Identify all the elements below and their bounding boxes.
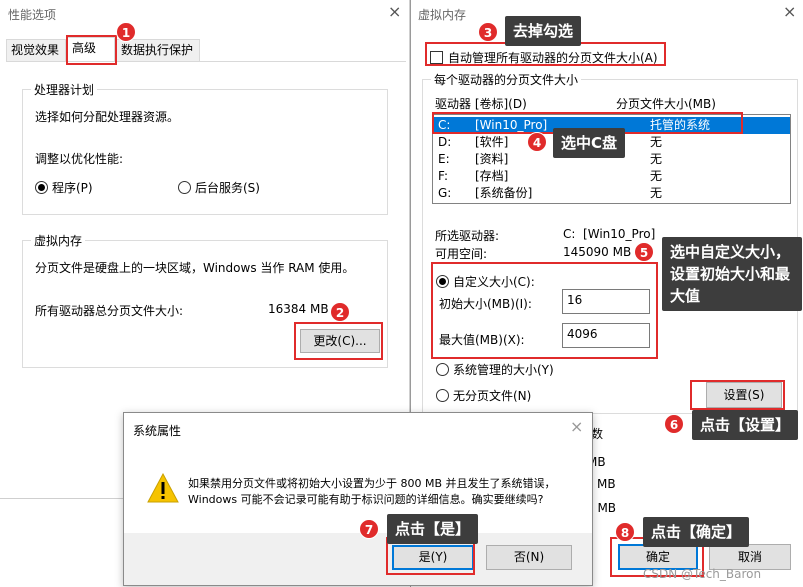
processor-group: 处理器计划 选择如何分配处理器资源。 调整以优化性能: 程序(P) 后台服务(S… xyxy=(22,81,388,215)
radio-icon xyxy=(178,181,191,194)
tip-4: 选中C盘 xyxy=(553,128,626,158)
close-icon[interactable]: × xyxy=(388,2,401,21)
highlight-advanced-tab xyxy=(66,35,117,65)
drive-size: 无 xyxy=(650,135,663,149)
warning-icon xyxy=(147,473,179,503)
selected-drive-label: 所选驱动器: xyxy=(435,229,500,243)
drive-letter: F: xyxy=(438,169,449,183)
tip-6: 点击【设置】 xyxy=(692,410,799,440)
drive-row-f[interactable]: F: [存档] 无 xyxy=(433,168,790,185)
total-value: 16384 MB xyxy=(268,302,329,316)
drive-letter: G: xyxy=(438,186,452,200)
system-managed-label: 系统管理的大小(Y) xyxy=(453,363,554,377)
highlight-change-button xyxy=(294,322,383,360)
vm-window-title: 虚拟内存 xyxy=(418,8,467,22)
step-badge-2: 2 xyxy=(330,302,350,322)
dialog-title: 系统属性 xyxy=(133,424,182,438)
free-space-label: 可用空间: xyxy=(435,247,488,261)
tip-7: 点击【是】 xyxy=(387,514,479,544)
dialog-close-icon[interactable]: × xyxy=(570,417,583,436)
col-drive-header: 驱动器 [卷标](D) xyxy=(435,97,527,111)
vm-group-title: 虚拟内存 xyxy=(31,232,86,249)
drive-size: 无 xyxy=(650,186,663,200)
radio-icon xyxy=(436,389,449,402)
free-space-value: 145090 MB xyxy=(563,245,632,259)
drive-letter: D: xyxy=(438,135,452,149)
radio-icon xyxy=(436,363,449,376)
services-label: 后台服务(S) xyxy=(195,181,260,195)
no-paging-label: 无分页文件(N) xyxy=(453,389,532,403)
step-badge-8: 8 xyxy=(615,522,635,542)
processor-desc: 选择如何分配处理器资源。 xyxy=(35,110,180,124)
vm-desc: 分页文件是硬盘上的一块区域，Windows 当作 RAM 使用。 xyxy=(35,261,355,275)
system-managed-radio[interactable]: 系统管理的大小(Y) xyxy=(436,361,554,378)
tip-8: 点击【确定】 xyxy=(643,517,750,547)
drive-label: [软件] xyxy=(475,135,509,149)
no-paging-radio[interactable]: 无分页文件(N) xyxy=(436,387,531,404)
no-button[interactable]: 否(N) xyxy=(486,545,572,570)
partial-mb-2: MB xyxy=(597,477,616,491)
step-badge-3: 3 xyxy=(478,22,498,42)
drive-size: 无 xyxy=(650,169,663,183)
step-badge-7: 7 xyxy=(359,519,379,539)
step-badge-1: 1 xyxy=(116,22,136,42)
tip-5: 选中自定义大小，设置初始大小和最大值 xyxy=(662,237,802,311)
radio-selected-icon xyxy=(35,181,48,194)
col-size-header: 分页文件大小(MB) xyxy=(616,97,716,111)
total-label: 所有驱动器总分页文件大小: xyxy=(35,304,184,318)
tab-dep[interactable]: 数据执行保护 xyxy=(116,39,200,61)
tab-visual-effects[interactable]: 视觉效果 xyxy=(6,39,66,61)
window-title: 性能选项 xyxy=(8,8,57,22)
highlight-custom-size xyxy=(431,262,658,359)
adjust-label: 调整以优化性能: xyxy=(35,152,124,166)
services-radio[interactable]: 后台服务(S) xyxy=(178,179,260,196)
selected-drive-value: C: [Win10_Pro] xyxy=(563,227,656,241)
system-properties-dialog: 系统属性 × 如果禁用分页文件或将初始大小设置为少于 800 MB 并且发生了系… xyxy=(123,412,593,586)
tip-3: 去掉勾选 xyxy=(505,16,582,46)
drive-row-g[interactable]: G: [系统备份] 无 xyxy=(433,185,790,202)
drive-label: [存档] xyxy=(475,169,509,183)
step-badge-5: 5 xyxy=(634,242,654,262)
dialog-message-line1: 如果禁用分页文件或将初始大小设置为少于 800 MB 并且发生了系统错误， xyxy=(188,477,556,490)
highlight-set-button xyxy=(690,380,785,410)
drive-label: [资料] xyxy=(475,152,509,166)
drive-size: 无 xyxy=(650,152,663,166)
step-badge-4: 4 xyxy=(527,132,547,152)
vm-close-icon[interactable]: × xyxy=(783,2,796,21)
programs-radio[interactable]: 程序(P) xyxy=(35,179,93,196)
processor-group-title: 处理器计划 xyxy=(31,81,98,98)
step-badge-6: 6 xyxy=(664,414,684,434)
dialog-message-line2: Windows 可能不会记录可能有助于标识问题的详细信息。确实要继续吗? xyxy=(188,493,544,506)
programs-label: 程序(P) xyxy=(52,181,93,195)
per-drive-group-title: 每个驱动器的分页文件大小 xyxy=(431,71,582,88)
watermark: CSDN @Tech_Baron xyxy=(643,567,762,581)
drive-label: [系统备份] xyxy=(475,186,533,200)
drive-letter: E: xyxy=(438,152,450,166)
